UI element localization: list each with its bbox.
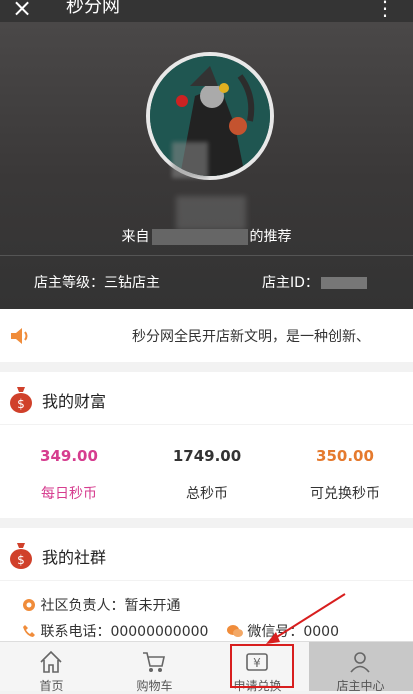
shop-id-label: 店主ID： <box>262 275 319 291</box>
announcement-bar[interactable]: 秒分网全民开店新文明，是一种创新、 <box>0 309 413 362</box>
tab-cart[interactable]: 购物车 <box>103 642 206 693</box>
community-leader-row: 社区负责人：暂未开通 <box>22 595 180 615</box>
exchangeable-coins-stat[interactable]: 350.00 可兑换秒币 <box>276 425 413 503</box>
close-icon[interactable]: × <box>12 0 32 22</box>
bottom-tab-bar: 首页 购物车 ¥ 申请兑换 店主中心 <box>0 641 413 693</box>
more-menu-icon[interactable]: ⋮ <box>375 0 395 21</box>
phone-icon <box>23 625 35 637</box>
tab-shop-center-label: 店主中心 <box>336 679 385 693</box>
announcement-text: 秒分网全民开店新文明，是一种创新、 <box>132 329 370 345</box>
redacted-name <box>151 229 248 245</box>
profile-header: 来自 的推荐 店主等级：三钻店主 店主ID： <box>0 22 413 309</box>
recommend-prefix: 来自 <box>121 229 150 245</box>
contact-row: 联系电话：00000000000 微信号：0000 <box>22 621 339 641</box>
total-coins-label: 总秒币 <box>186 486 228 502</box>
redacted-id <box>320 277 367 289</box>
community-section-header: $ 我的社群 <box>0 528 413 580</box>
redacted-area <box>172 142 208 178</box>
wealth-stats: 349.00 每日秒币 1749.00 总秒币 350.00 可兑换秒币 <box>0 425 413 518</box>
wechat-text: 微信号：0000 <box>247 624 339 640</box>
money-bag-icon: $ <box>10 387 32 413</box>
svg-text:$: $ <box>17 553 25 567</box>
speaker-icon <box>11 328 28 344</box>
divider <box>0 255 413 256</box>
tab-shop-center[interactable]: 店主中心 <box>309 642 413 693</box>
recommender-text: 来自 的推荐 <box>0 226 413 246</box>
community-title: 我的社群 <box>42 548 107 567</box>
annotation-highlight-box <box>230 644 294 688</box>
community-info: 社区负责人：暂未开通 联系电话：00000000000 微信号：0000 <box>0 581 413 641</box>
community-leader-icon <box>23 599 35 611</box>
tab-cart-label: 购物车 <box>136 679 173 693</box>
tab-home[interactable]: 首页 <box>0 642 103 693</box>
page-title: 秒分网 <box>66 0 120 17</box>
home-icon <box>40 650 62 673</box>
wealth-section-header: $ 我的财富 <box>0 372 413 424</box>
cart-icon <box>143 652 165 672</box>
phone-text: 联系电话：00000000000 <box>40 624 209 640</box>
redacted-area <box>176 196 246 230</box>
wechat-icon <box>226 625 243 637</box>
money-bag-icon: $ <box>10 543 32 569</box>
daily-coins-label: 每日秒币 <box>41 486 97 502</box>
avatar[interactable] <box>146 52 274 180</box>
exchangeable-coins-label: 可兑换秒币 <box>310 486 380 502</box>
daily-coins-stat[interactable]: 349.00 每日秒币 <box>0 425 138 503</box>
svg-text:$: $ <box>17 397 25 411</box>
app-title-bar: × 秒分网 ⋮ <box>0 0 413 22</box>
recommend-suffix: 的推荐 <box>249 229 292 245</box>
total-coins-value: 1749.00 <box>172 447 242 465</box>
shop-level: 店主等级：三钻店主 <box>34 275 160 291</box>
user-icon <box>350 652 370 673</box>
wealth-title: 我的财富 <box>42 392 107 411</box>
community-leader-text: 社区负责人：暂未开通 <box>40 598 181 614</box>
shop-id: 店主ID： <box>262 272 367 292</box>
tab-home-label: 首页 <box>39 679 64 693</box>
daily-coins-value: 349.00 <box>40 447 98 465</box>
exchangeable-coins-value: 350.00 <box>316 447 374 465</box>
total-coins-stat[interactable]: 1749.00 总秒币 <box>138 425 276 503</box>
